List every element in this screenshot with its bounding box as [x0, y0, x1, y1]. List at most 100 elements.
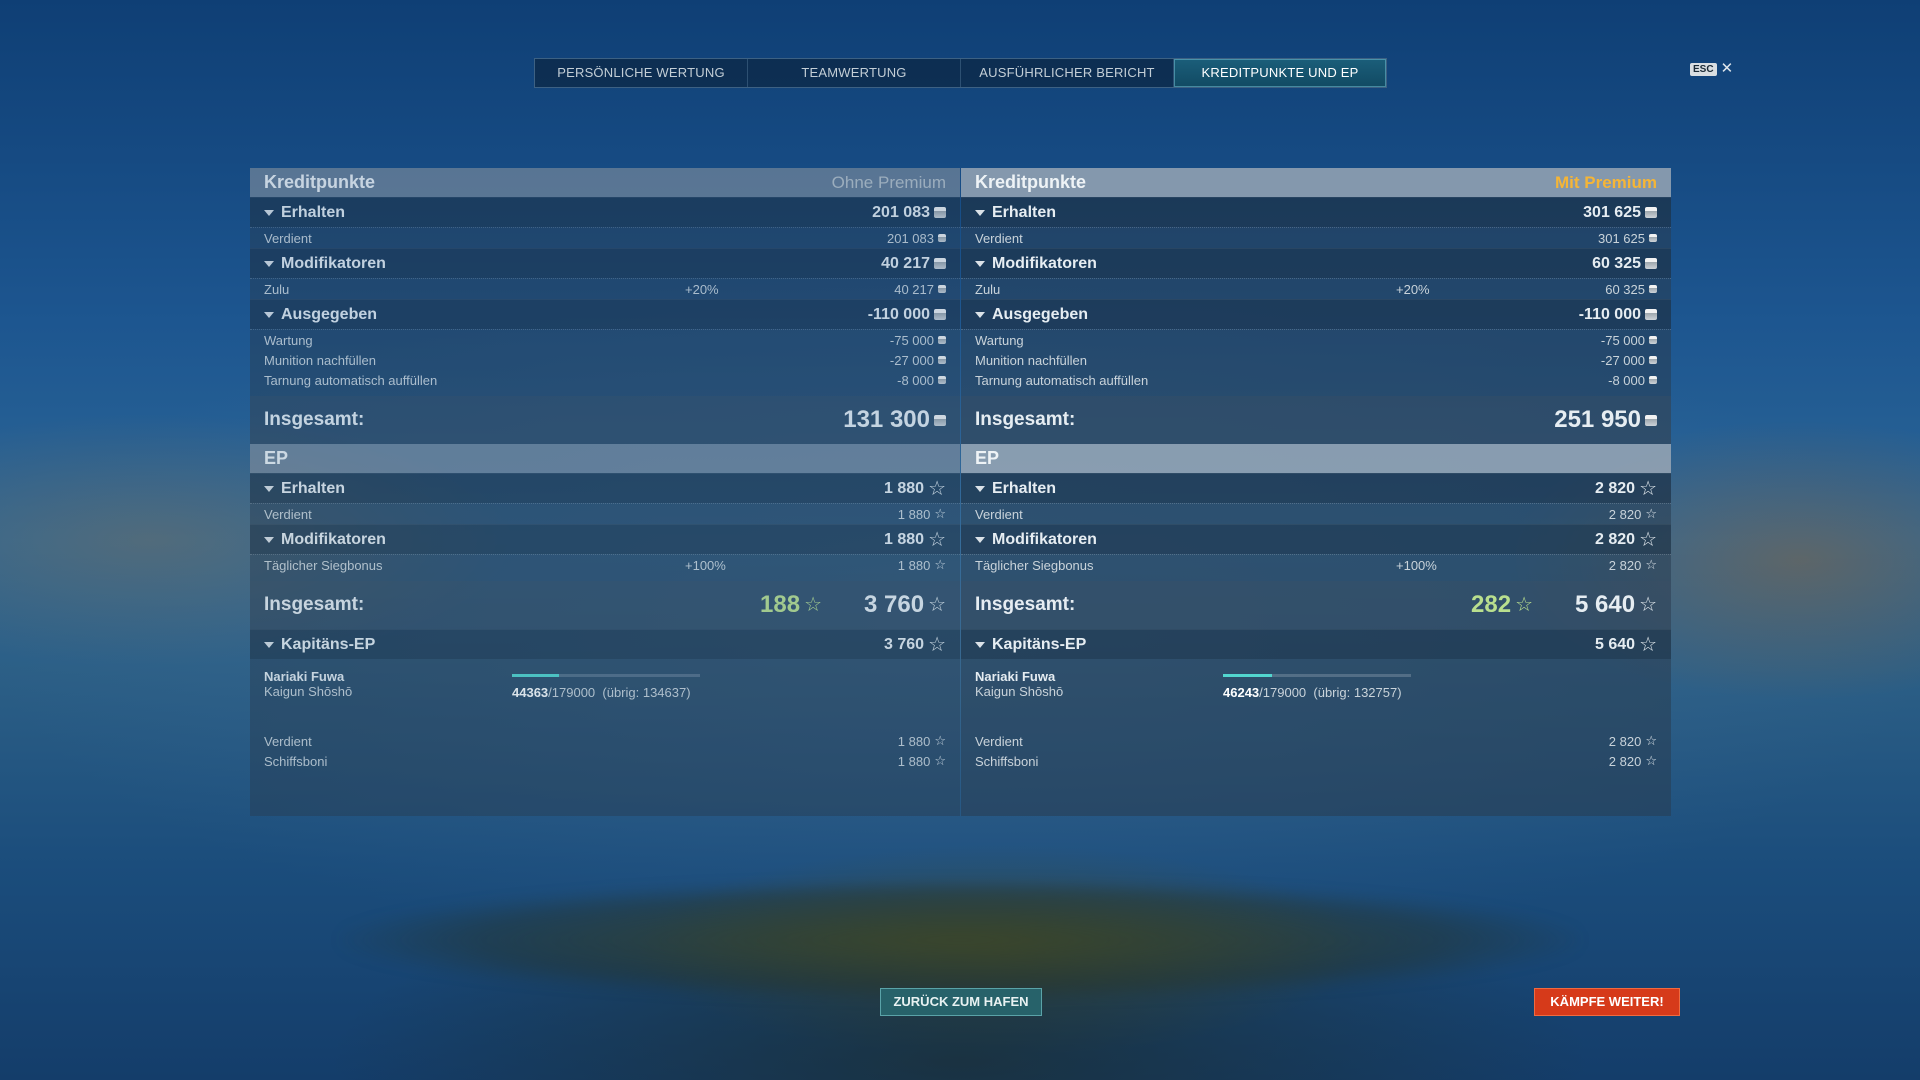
- credits-received-group[interactable]: Erhalten 301 625: [961, 197, 1671, 227]
- group-value: 40 217: [881, 254, 930, 272]
- credits-icon: [938, 336, 946, 344]
- xp-earned-row: Verdient 2 820 ☆: [961, 503, 1671, 524]
- xp-received-group[interactable]: Erhalten 2 820 ☆: [961, 473, 1671, 503]
- maintenance-row: Wartung -75 000: [250, 329, 960, 350]
- group-label: Modifikatoren: [992, 530, 1097, 548]
- captain-progress-text: 46243/179000 (übrig: 132757): [1223, 685, 1402, 700]
- group-label: Modifikatoren: [992, 254, 1097, 272]
- xp-star-icon: ☆: [1639, 477, 1657, 500]
- tab-personal-score[interactable]: PERSÖNLICHE WERTUNG: [535, 59, 748, 87]
- credits-icon: [1645, 207, 1657, 218]
- xp-star-icon: ☆: [934, 557, 946, 572]
- row-label: Verdient: [264, 733, 312, 749]
- total-label: Insgesamt:: [264, 409, 365, 430]
- credits-spent-group[interactable]: Ausgegeben -110 000: [250, 299, 960, 329]
- chevron-down-icon: [264, 311, 274, 318]
- credits-icon: [938, 376, 946, 384]
- credits-earned-row: Verdient 301 625: [961, 227, 1671, 248]
- xp-modifiers-group[interactable]: Modifikatoren 1 880 ☆: [250, 524, 960, 554]
- row-value: -27 000: [889, 352, 934, 368]
- row-value: 1 880: [897, 557, 931, 573]
- chevron-down-icon: [975, 641, 985, 648]
- tab-credits-xp[interactable]: KREDITPUNKTE UND EP: [1174, 59, 1386, 87]
- row-label: Verdient: [264, 230, 312, 246]
- credits-icon: [1649, 285, 1657, 293]
- xp-earned-row: Verdient 1 880 ☆: [250, 503, 960, 524]
- credits-icon: [934, 258, 946, 269]
- row-label: Tarnung automatisch auffüllen: [975, 372, 1149, 388]
- row-value: -75 000: [889, 332, 934, 348]
- credits-title: Kreditpunkte: [264, 172, 376, 192]
- credits-received-group[interactable]: Erhalten 201 083: [250, 197, 960, 227]
- xp-received-group[interactable]: Erhalten 1 880 ☆: [250, 473, 960, 503]
- daily-bonus-row: Täglicher Siegbonus +100% 1 880 ☆: [250, 554, 960, 575]
- continue-battle-button[interactable]: KÄMPFE WEITER!: [1534, 988, 1680, 1016]
- tab-bar: PERSÖNLICHE WERTUNG TEAMWERTUNG AUSFÜHRL…: [534, 58, 1387, 88]
- credits-header: Kreditpunkte Mit Premium: [961, 168, 1671, 197]
- captain-xp-current: 44363: [512, 685, 549, 700]
- chevron-down-icon: [975, 260, 985, 267]
- row-label: Zulu: [975, 281, 1001, 297]
- row-label: Täglicher Siegbonus: [975, 557, 1094, 573]
- row-value: 2 820: [1608, 506, 1642, 522]
- xp-star-icon: ☆: [1639, 594, 1657, 616]
- chevron-down-icon: [264, 260, 274, 267]
- premium-status: Mit Premium: [1554, 172, 1657, 192]
- captain-progress-fill: [512, 674, 559, 677]
- xp-star-icon: ☆: [928, 594, 946, 616]
- total-value: 3 760: [864, 591, 925, 618]
- xp-star-icon: ☆: [1645, 753, 1657, 768]
- chevron-down-icon: [264, 536, 274, 543]
- xp-star-icon: ☆: [1645, 557, 1657, 572]
- total-value: 251 950: [1554, 406, 1641, 433]
- camo-row: Tarnung automatisch auffüllen -8 000: [250, 370, 960, 390]
- tab-team-score[interactable]: TEAMWERTUNG: [748, 59, 961, 87]
- close-button[interactable]: ESC ✕: [1690, 61, 1733, 76]
- free-xp-value: 282: [1471, 591, 1512, 618]
- chevron-down-icon: [264, 641, 274, 648]
- row-label: Schiffsboni: [264, 753, 328, 769]
- row-label: Verdient: [975, 230, 1023, 246]
- row-percent: +100%: [685, 557, 726, 573]
- credits-total: Insgesamt: 251 950: [961, 396, 1671, 444]
- credits-modifiers-group[interactable]: Modifikatoren 40 217: [250, 248, 960, 278]
- credits-spent-group[interactable]: Ausgegeben -110 000: [961, 299, 1671, 329]
- tab-detailed-report[interactable]: AUSFÜHRLICHER BERICHT: [961, 59, 1174, 87]
- group-label: Erhalten: [992, 479, 1057, 497]
- credits-header: Kreditpunkte Ohne Premium: [250, 168, 960, 197]
- xp-title: EP: [975, 448, 1000, 468]
- group-value: 5 640: [1595, 635, 1636, 653]
- row-value: 2 820: [1608, 557, 1642, 573]
- xp-star-icon: ☆: [934, 506, 946, 521]
- xp-star-icon: ☆: [1645, 506, 1657, 521]
- row-value: -8 000: [897, 372, 934, 388]
- group-value: -110 000: [867, 305, 930, 323]
- row-label: Täglicher Siegbonus: [264, 557, 383, 573]
- credits-icon: [1645, 258, 1657, 269]
- back-to-port-button[interactable]: ZURÜCK ZUM HAFEN: [880, 988, 1042, 1016]
- captain-progress-bar: [1223, 674, 1411, 677]
- xp-star-icon: ☆: [934, 733, 946, 748]
- captain-xp-group[interactable]: Kapitäns-EP 3 760 ☆: [250, 629, 960, 659]
- xp-star-icon: ☆: [928, 633, 946, 656]
- credits-icon: [934, 414, 946, 426]
- captain-earned-row: Verdient 2 820 ☆: [961, 731, 1671, 751]
- group-label: Kapitäns-EP: [281, 635, 376, 653]
- credits-icon: [938, 234, 946, 242]
- xp-modifiers-group[interactable]: Modifikatoren 2 820 ☆: [961, 524, 1671, 554]
- group-label: Modifikatoren: [281, 530, 386, 548]
- background-ship: [340, 880, 1580, 1000]
- chevron-down-icon: [975, 311, 985, 318]
- row-label: Wartung: [264, 332, 313, 348]
- row-label: Munition nachfüllen: [975, 352, 1088, 368]
- captain-xp-group[interactable]: Kapitäns-EP 5 640 ☆: [961, 629, 1671, 659]
- captain-info: Nariaki Fuwa Kaigun Shōshō 46243/179000 …: [961, 659, 1671, 731]
- ship-bonus-row: Schiffsboni 2 820 ☆: [961, 751, 1671, 771]
- row-label: Wartung: [975, 332, 1024, 348]
- credits-modifiers-group[interactable]: Modifikatoren 60 325: [961, 248, 1671, 278]
- premium-status: Ohne Premium: [831, 172, 946, 192]
- row-label: Tarnung automatisch auffüllen: [264, 372, 438, 388]
- row-value: 1 880: [897, 753, 931, 769]
- credits-title: Kreditpunkte: [975, 172, 1087, 192]
- captain-earned-row: Verdient 1 880 ☆: [250, 731, 960, 751]
